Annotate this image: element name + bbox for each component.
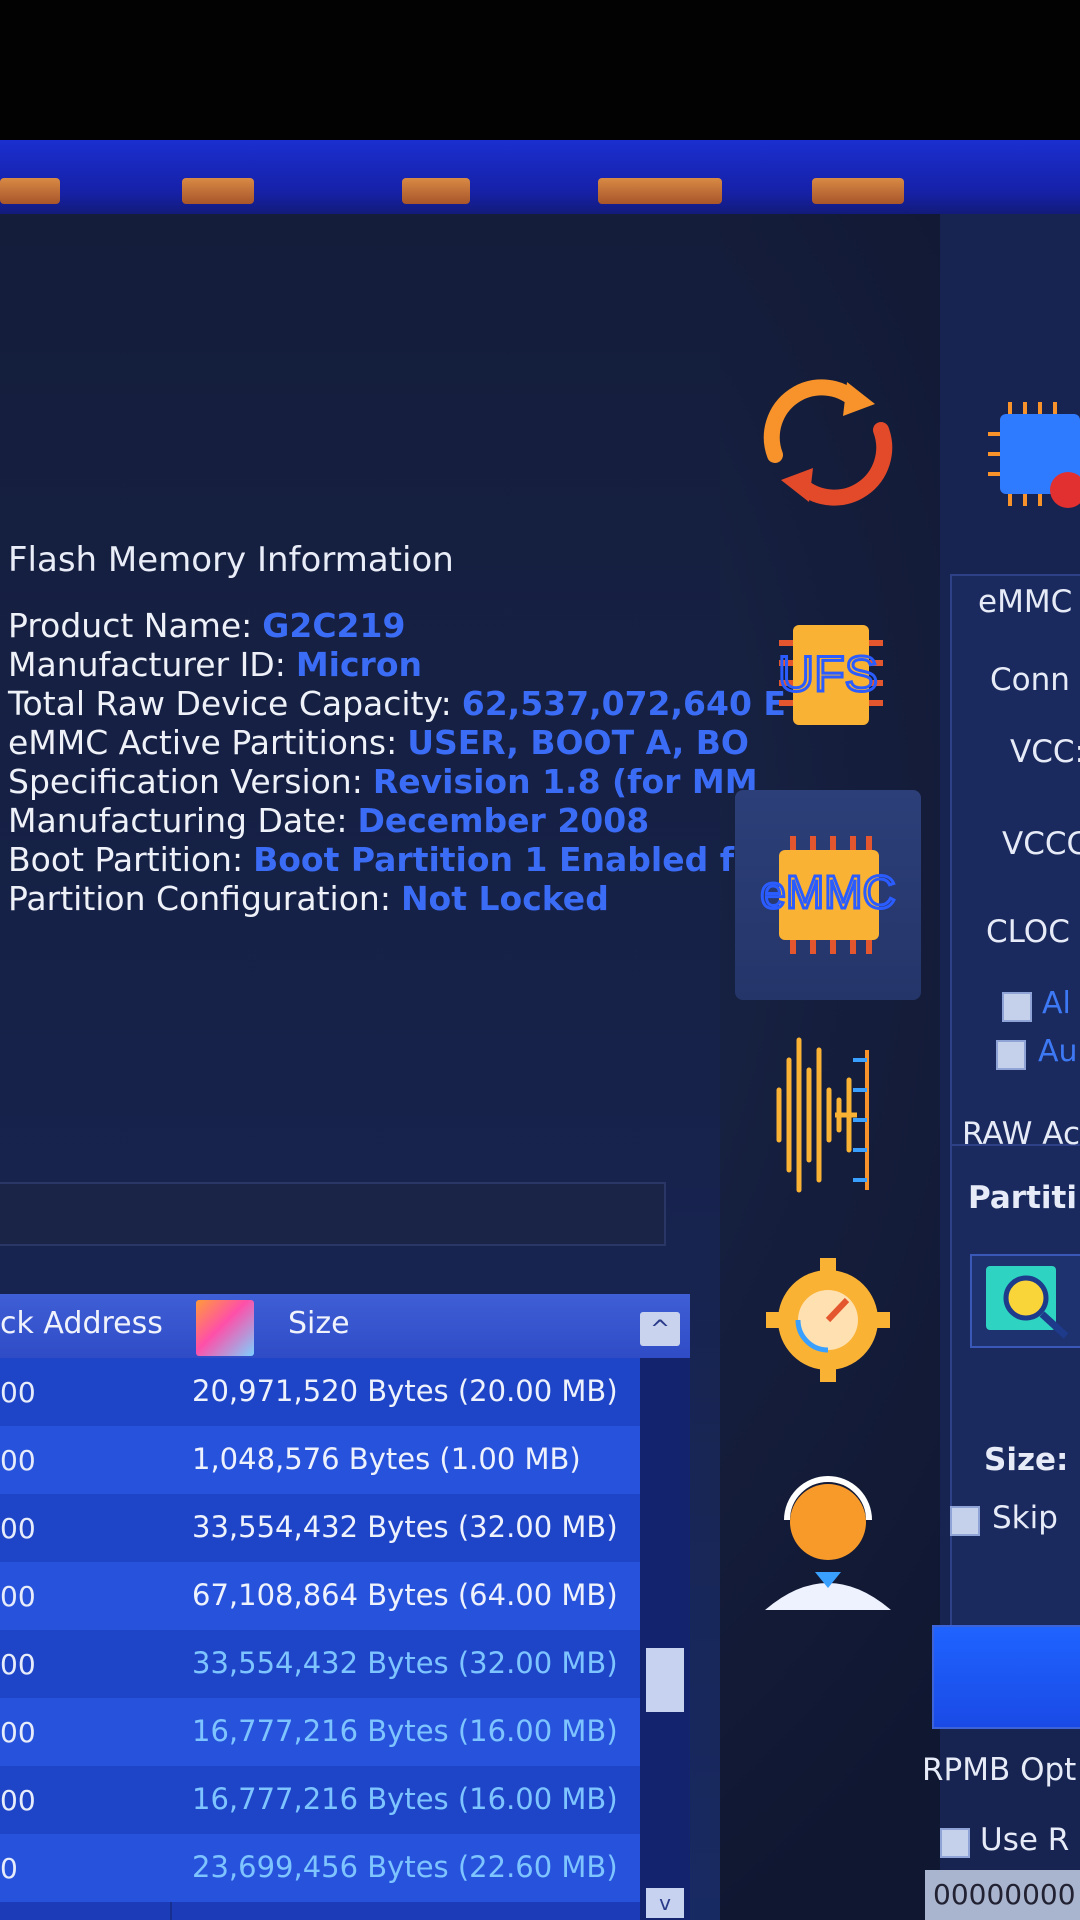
sidebar-item-settings[interactable] [735, 1240, 921, 1450]
taskbar-item[interactable] [182, 178, 254, 204]
tool-sidebar: UFS eMMC [705, 360, 935, 1780]
table-scrollbar[interactable]: v [640, 1358, 690, 1920]
sort-up-button[interactable]: ^ [640, 1312, 680, 1346]
table-row[interactable]: 00 33,554,432 Bytes (32.00 MB) [0, 1630, 640, 1698]
section-title: Flash Memory Information [8, 540, 454, 580]
sidebar-item-ufs[interactable]: UFS [735, 605, 921, 815]
table-row[interactable]: 0 23,699,456 Bytes (22.60 MB) [0, 1834, 640, 1902]
sidebar-item-refresh[interactable] [735, 360, 921, 570]
rpmb-key-field[interactable]: 00000000 [925, 1870, 1080, 1920]
info-row-product-name: Product Name: G2C219 [8, 606, 406, 645]
info-row-manufacturer: Manufacturer ID: Micron [8, 645, 422, 684]
table-row[interactable]: 00 16,777,216 Bytes (16.00 MB) [0, 1766, 640, 1834]
ufs-chip-icon: UFS [777, 625, 883, 725]
table-body: 00 20,971,520 Bytes (20.00 MB) 00 1,048,57… [0, 1358, 640, 1902]
monitor-bezel [0, 0, 1080, 150]
sidebar-item-waveform[interactable] [735, 1020, 921, 1230]
scrollbar-thumb[interactable] [646, 1648, 684, 1712]
vcc-label: VCC: [1010, 734, 1080, 770]
magnifier-icon [986, 1266, 1069, 1339]
info-row-mfg-date: Manufacturing Date: December 2008 [8, 801, 650, 840]
taskbar-item[interactable] [402, 178, 470, 204]
taskbar-item[interactable] [598, 178, 722, 204]
column-chart-icon [196, 1300, 254, 1356]
scroll-down-button[interactable]: v [646, 1888, 684, 1918]
partition-table: ck Address Size ^ 00 20,971,520 Bytes (20… [0, 1294, 690, 1920]
rpmb-options-label: RPMB Opt [922, 1752, 1077, 1788]
refresh-icon [763, 379, 893, 506]
info-row-boot-partition: Boot Partition: Boot Partition 1 Enabled … [8, 840, 757, 879]
table-row[interactable]: 00 20,971,520 Bytes (20.00 MB) [0, 1358, 640, 1426]
use-label: Use R [980, 1822, 1070, 1858]
raw-access-box [950, 1144, 1080, 1648]
support-agent-icon [765, 1476, 891, 1610]
taskbar-item[interactable] [0, 178, 60, 204]
info-row-spec-version: Specification Version: Revision 1.8 (for … [8, 762, 758, 801]
info-row-partitions: eMMC Active Partitions: USER, BOOT A, BO [8, 723, 749, 762]
clock-label: CLOC [986, 914, 1070, 950]
checkbox-label: Al [1042, 986, 1071, 1021]
emmc-label: eMMC [978, 584, 1073, 620]
sidebar-item-support[interactable] [735, 1460, 921, 1670]
taskbar-item[interactable] [812, 178, 904, 204]
skip-label: Skip [992, 1500, 1058, 1536]
size-label: Size: [984, 1442, 1069, 1478]
partition-scan-button[interactable] [970, 1254, 1080, 1348]
progress-bar [932, 1625, 1080, 1729]
table-row[interactable]: 00 33,554,432 Bytes (32.00 MB) [0, 1494, 640, 1562]
settings-gear-icon [766, 1258, 890, 1382]
skip-checkbox[interactable] [950, 1506, 980, 1536]
vccq-label: VCCC [1002, 826, 1080, 862]
column-header-size[interactable]: Size [288, 1306, 350, 1341]
checkbox[interactable] [996, 1040, 1026, 1070]
svg-text:UFS: UFS [778, 646, 878, 702]
checkbox-label: Au [1038, 1034, 1078, 1069]
connection-label: Conn [990, 662, 1070, 698]
partition-label: Partiti [968, 1180, 1077, 1216]
raw-access-label: RAW Ac [962, 1116, 1080, 1152]
sidebar-item-emmc[interactable]: eMMC [735, 790, 921, 1000]
info-row-capacity: Total Raw Device Capacity: 62,537,072,640… [8, 684, 786, 723]
table-row[interactable]: 00 67,108,864 Bytes (64.00 MB) [0, 1562, 640, 1630]
column-header-address[interactable]: ck Address [0, 1306, 163, 1341]
flash-memory-info: Flash Memory Information Product Name: G2… [8, 540, 786, 918]
info-row-partition-config: Partition Configuration: Not Locked [8, 879, 609, 918]
checkbox[interactable] [1002, 992, 1032, 1022]
svg-text:eMMC: eMMC [760, 866, 895, 918]
waveform-icon [776, 1037, 869, 1193]
table-row[interactable]: 00 16,777,216 Bytes (16.00 MB) [0, 1698, 640, 1766]
taskbar [0, 140, 1080, 214]
table-header: ck Address Size ^ [0, 1294, 690, 1358]
table-row[interactable]: 00 1,048,576 Bytes (1.00 MB) [0, 1426, 640, 1494]
chip-power-icon[interactable] [980, 394, 1080, 514]
emmc-chip-icon: eMMC [759, 836, 897, 954]
status-bar [0, 1182, 666, 1246]
use-checkbox[interactable] [940, 1828, 970, 1858]
